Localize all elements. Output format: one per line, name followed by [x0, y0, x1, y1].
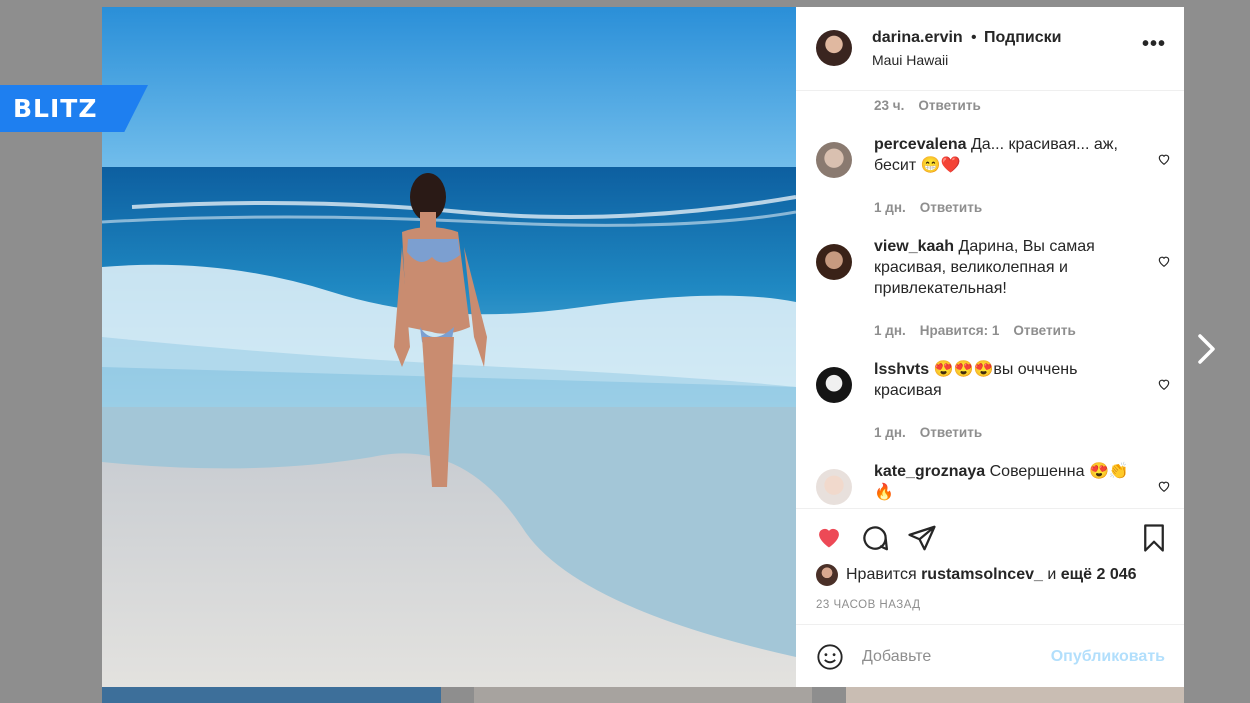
comment-icon[interactable]: [860, 523, 890, 553]
commenter-avatar[interactable]: [816, 469, 852, 505]
post-actions: Нравится rustamsolncev_ и ещё 2 046 23 Ч…: [796, 508, 1184, 624]
liker-avatar: [816, 564, 838, 586]
smiley-icon[interactable]: [816, 643, 844, 671]
comment-meta: 1 дн. Ответить: [874, 425, 996, 440]
add-comment-bar: Добавьте Опубликовать: [796, 624, 1184, 688]
comment-like-icon[interactable]: [1157, 254, 1171, 268]
comment-meta: 23 ч. Ответить: [874, 98, 995, 113]
comment-input[interactable]: Добавьте: [862, 648, 931, 666]
chevron-right-icon[interactable]: [1196, 333, 1218, 365]
thumbnail-strip: [102, 687, 441, 703]
author-avatar[interactable]: [816, 30, 852, 66]
comment-text: lsshvts 😍😍😍вы очччень красивая: [874, 359, 1144, 401]
commenter-username[interactable]: percevalena: [874, 136, 967, 153]
reply-button[interactable]: Ответить: [920, 425, 982, 440]
more-options-icon[interactable]: •••: [1142, 33, 1166, 56]
likes-prefix: Нравится: [846, 566, 917, 584]
reply-button[interactable]: Ответить: [1013, 323, 1075, 338]
following-button[interactable]: Подписки: [984, 29, 1061, 47]
comments-list[interactable]: 23 ч. Ответить percevalena Да... красивая…: [796, 91, 1184, 508]
bookmark-icon[interactable]: [1139, 523, 1169, 553]
separator-dot: •: [971, 29, 977, 46]
commenter-avatar[interactable]: [816, 142, 852, 178]
send-icon[interactable]: [907, 523, 937, 553]
comment-meta: 1 дн. Ответить: [874, 200, 996, 215]
comment-time: 1 дн.: [874, 425, 906, 440]
post-timestamp: 23 ЧАСОВ НАЗАД: [816, 599, 921, 611]
likes-summary[interactable]: Нравится rustamsolncev_ и ещё 2 046: [816, 564, 1137, 586]
commenter-username[interactable]: view_kaah: [874, 238, 954, 255]
reply-button[interactable]: Ответить: [918, 98, 980, 113]
comment-meta: 1 дн. Нравится: 1 Ответить: [874, 323, 1090, 338]
comment-time: 1 дн.: [874, 200, 906, 215]
publish-button[interactable]: Опубликовать: [1051, 648, 1165, 666]
heart-filled-icon[interactable]: [814, 523, 844, 551]
commenter-username[interactable]: lsshvts: [874, 361, 929, 378]
comment-likes[interactable]: Нравится: 1: [920, 323, 1000, 338]
post-photo: [102, 7, 796, 687]
comment-text: percevalena Да... красивая... аж, бесит …: [874, 134, 1144, 176]
comment-time: 1 дн.: [874, 323, 906, 338]
thumbnail-strip: [474, 687, 812, 703]
comment-like-icon[interactable]: [1157, 479, 1171, 493]
comment-text: kate_groznaya Совершенна 😍👏🔥: [874, 461, 1144, 503]
comment-like-icon[interactable]: [1157, 377, 1171, 391]
commenter-avatar[interactable]: [816, 244, 852, 280]
blitz-logo: BLITZ: [0, 85, 148, 132]
comment-like-icon[interactable]: [1157, 152, 1171, 166]
post-panel: darina.ervin • Подписки Maui Hawaii ••• …: [796, 7, 1184, 687]
likes-count[interactable]: ещё 2 046: [1061, 566, 1137, 583]
thumbnail-strip: [846, 687, 1184, 703]
liker-username[interactable]: rustamsolncev_: [921, 566, 1043, 583]
commenter-username[interactable]: kate_groznaya: [874, 463, 985, 480]
post-header: darina.ervin • Подписки Maui Hawaii •••: [796, 7, 1184, 91]
likes-middle: и: [1047, 566, 1057, 584]
reply-button[interactable]: Ответить: [920, 200, 982, 215]
post-location[interactable]: Maui Hawaii: [872, 52, 948, 68]
commenter-avatar[interactable]: [816, 367, 852, 403]
author-username[interactable]: darina.ervin: [872, 29, 963, 47]
comment-time: 23 ч.: [874, 98, 905, 113]
comment-text: view_kaah Дарина, Вы самая красивая, вел…: [874, 236, 1144, 299]
